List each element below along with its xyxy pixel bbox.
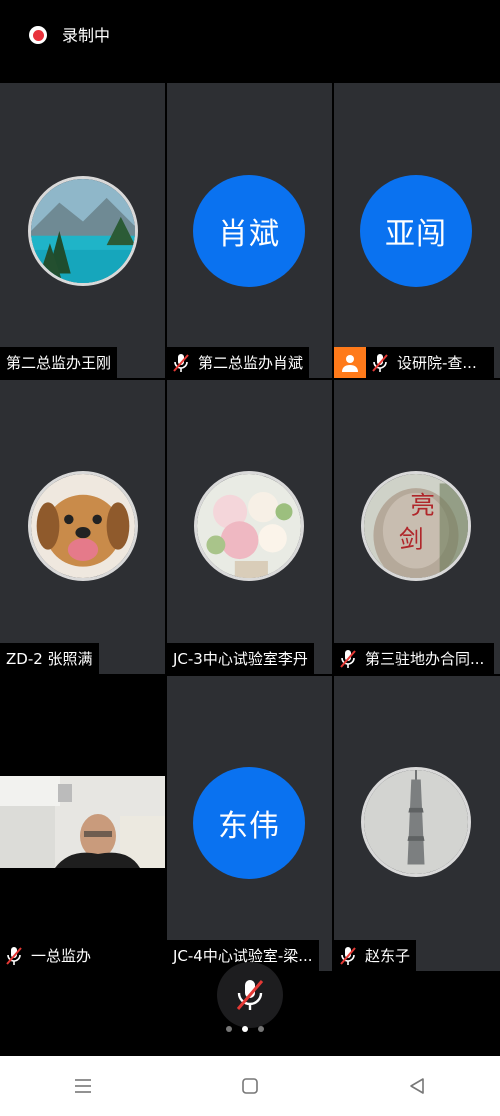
page-dot-active[interactable]: [242, 1026, 248, 1032]
camera-video-feed: [0, 776, 165, 868]
participant-tile[interactable]: 第二总监办王刚: [0, 83, 165, 378]
participant-tile[interactable]: ZD-2 张照满: [0, 380, 165, 674]
tower-photo-icon: [361, 767, 471, 877]
avatar-initials: 东伟: [193, 767, 305, 879]
participant-name: 赵东子: [365, 947, 411, 965]
participant-name: JC-3中心试验室李丹: [173, 650, 308, 668]
svg-text:亮: 亮: [410, 491, 435, 520]
rock-calligraphy-photo-icon: 亮 剑: [361, 471, 471, 581]
flower-photo-icon: [194, 471, 304, 581]
muted-mic-icon: [3, 940, 25, 971]
participant-namebar: 赵东子: [334, 940, 417, 971]
recording-indicator-icon: [29, 26, 47, 44]
participant-tile[interactable]: 一总监办: [0, 676, 165, 971]
participant-namebar: JC-3中心试验室李丹: [167, 643, 314, 674]
menu-icon[interactable]: [63, 1066, 103, 1106]
participant-tile[interactable]: 东伟 JC-4中心试验室-梁...: [167, 676, 332, 971]
home-icon[interactable]: [230, 1066, 270, 1106]
participant-tile[interactable]: 肖斌 第二总监办肖斌: [167, 83, 332, 378]
recording-bar: 录制中: [0, 0, 500, 82]
host-person-icon: [334, 347, 366, 378]
muted-mic-icon: [337, 643, 359, 674]
participant-tile[interactable]: 亚闯 设研院-查...: [334, 83, 500, 378]
recording-label: 录制中: [62, 26, 111, 45]
participant-grid: 第二总监办王刚 肖斌 第二总监办肖斌 亚闯 设研院-查... ZD-2 张照满 …: [0, 83, 500, 971]
svg-text:剑: 剑: [399, 525, 424, 554]
back-icon[interactable]: [397, 1066, 437, 1106]
muted-mic-icon: [236, 980, 264, 1010]
participant-namebar: 第三驻地办合同...: [334, 643, 494, 674]
participant-tile[interactable]: JC-3中心试验室李丹: [167, 380, 332, 674]
participant-name: ZD-2 张照满: [6, 650, 93, 668]
participant-name: 一总监办: [31, 947, 92, 965]
participant-tile[interactable]: 亮 剑 第三驻地办合同...: [334, 380, 500, 674]
participant-namebar: 一总监办: [0, 940, 98, 971]
system-navigation-bar: [0, 1056, 500, 1116]
mute-toggle-button[interactable]: [217, 962, 283, 1028]
participant-namebar: 设研院-查...: [334, 347, 494, 378]
avatar-initials: 亚闯: [360, 175, 472, 287]
participant-name: 第二总监办王刚: [6, 354, 112, 372]
participant-name: 第二总监办肖斌: [198, 354, 304, 372]
dog-photo-icon: [28, 471, 138, 581]
muted-mic-icon: [337, 940, 359, 971]
participant-name: 设研院-查...: [397, 354, 477, 372]
avatar-initials: 肖斌: [193, 175, 305, 287]
lake-photo-icon: [28, 176, 138, 286]
participant-name: 第三驻地办合同...: [365, 650, 485, 668]
muted-mic-icon: [170, 347, 192, 378]
page-dot[interactable]: [226, 1026, 232, 1032]
muted-mic-icon: [369, 347, 391, 378]
page-dot[interactable]: [258, 1026, 264, 1032]
participant-tile[interactable]: 赵东子: [334, 676, 500, 971]
participant-namebar: ZD-2 张照满: [0, 643, 99, 674]
participant-namebar: 第二总监办王刚: [0, 347, 118, 378]
page-indicator: [226, 1026, 264, 1032]
participant-namebar: 第二总监办肖斌: [167, 347, 310, 378]
